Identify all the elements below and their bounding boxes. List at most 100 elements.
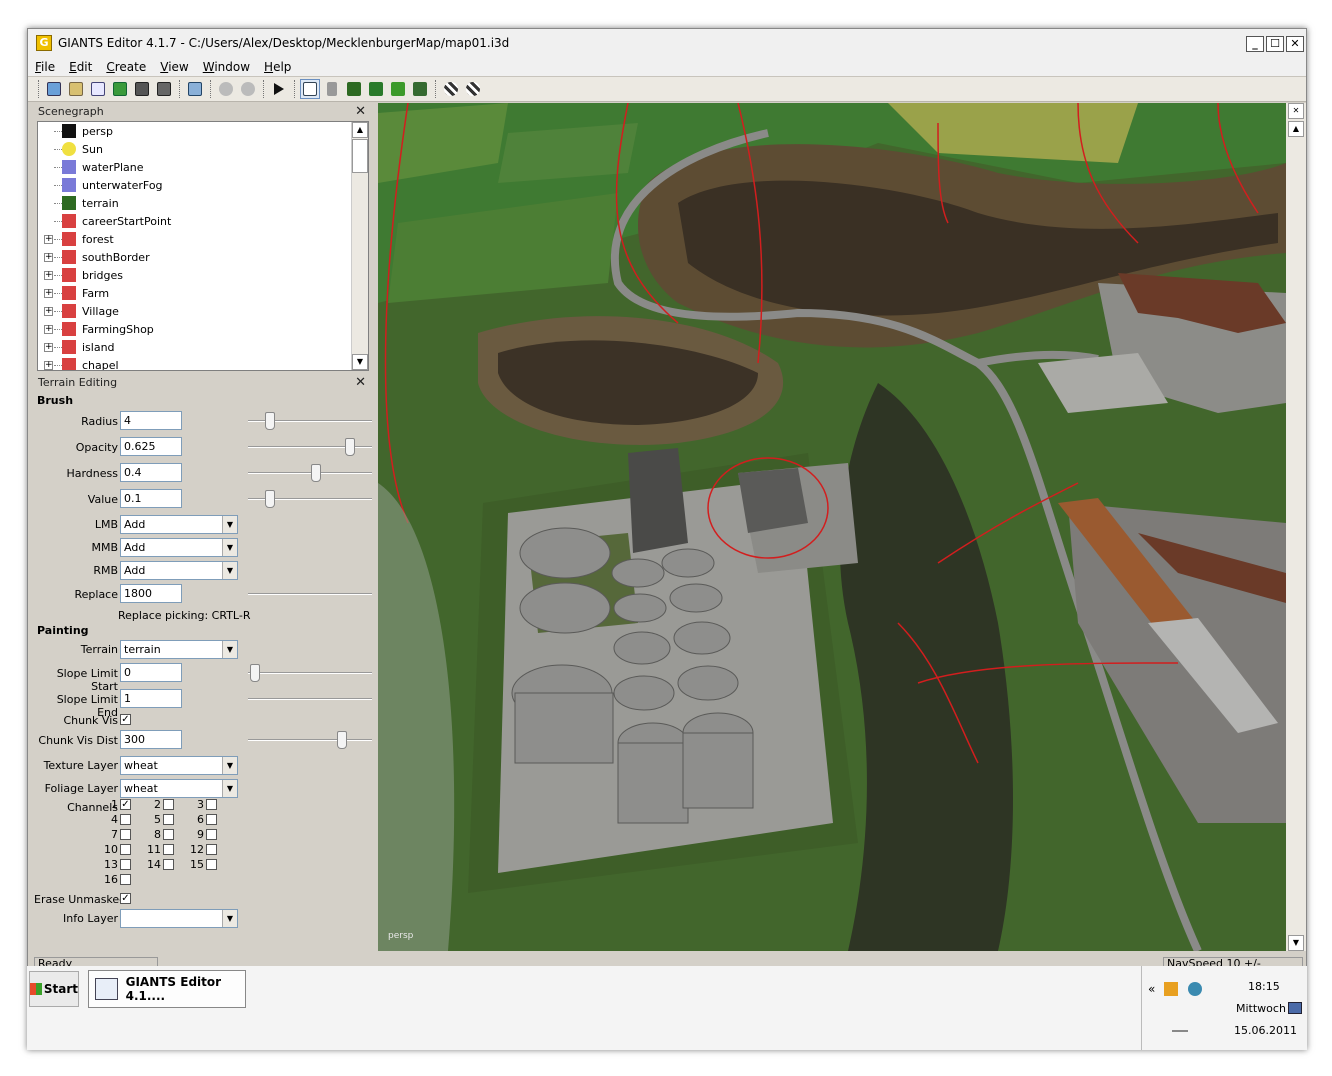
document-icon[interactable]: [88, 79, 108, 99]
expand-plus-icon[interactable]: +: [44, 234, 53, 244]
rmb-select[interactable]: Add ▼: [120, 561, 238, 580]
scroll-thumb[interactable]: [352, 139, 368, 173]
channel-checkbox[interactable]: [120, 874, 131, 885]
slope-limit-start-slider[interactable]: [248, 663, 372, 683]
tree-node-row[interactable]: + Farm: [38, 284, 368, 302]
slider-knob[interactable]: [265, 490, 275, 508]
tree-node-row[interactable]: Sun: [38, 140, 368, 158]
channel-checkbox[interactable]: [206, 814, 217, 825]
channel-checkbox[interactable]: [163, 844, 174, 855]
channel-checkbox[interactable]: ✓: [120, 799, 131, 810]
replace-input[interactable]: 1800: [120, 584, 182, 603]
channel-checkbox[interactable]: [163, 814, 174, 825]
refresh-icon[interactable]: [110, 79, 130, 99]
dropdown-arrow-icon[interactable]: ▼: [222, 539, 237, 556]
slope-limit-end-input[interactable]: 1: [120, 689, 182, 708]
export-icon[interactable]: [185, 79, 205, 99]
channel-checkbox[interactable]: [120, 844, 131, 855]
info-layer-select[interactable]: ▼: [120, 909, 238, 928]
value-input[interactable]: 0.1: [120, 489, 182, 508]
slider-knob[interactable]: [345, 438, 355, 456]
opacity-input[interactable]: 0.625: [120, 437, 182, 456]
new-file-icon[interactable]: [44, 79, 64, 99]
dropdown-arrow-icon[interactable]: ▼: [222, 641, 237, 658]
channel-checkbox[interactable]: [120, 859, 131, 870]
tree-node-row[interactable]: unterwaterFog: [38, 176, 368, 194]
scroll-down-icon[interactable]: ▼: [1288, 935, 1304, 951]
redo-icon[interactable]: [238, 79, 258, 99]
lmb-select[interactable]: Add ▼: [120, 515, 238, 534]
terrain-paint-icon[interactable]: [366, 79, 386, 99]
chunk-vis-checkbox[interactable]: ✓: [120, 714, 131, 725]
tray-monitor-icon[interactable]: [1288, 1002, 1302, 1014]
maximize-button[interactable]: ☐: [1266, 36, 1284, 52]
mmb-select[interactable]: Add ▼: [120, 538, 238, 557]
magnet-icon[interactable]: [322, 79, 342, 99]
dropdown-arrow-icon[interactable]: ▼: [222, 780, 237, 797]
dropdown-arrow-icon[interactable]: ▼: [222, 516, 237, 533]
channel-checkbox[interactable]: [163, 829, 174, 840]
channel-checkbox[interactable]: [206, 844, 217, 855]
slope-limit-end-slider[interactable]: [248, 689, 372, 709]
terrain-select[interactable]: terrain ▼: [120, 640, 238, 659]
slider-knob[interactable]: [265, 412, 275, 430]
slider-knob[interactable]: [250, 664, 260, 682]
checker-zoom-icon[interactable]: [463, 79, 483, 99]
title-bar[interactable]: G GIANTS Editor 4.1.7 - C:/Users/Alex/De…: [28, 29, 1306, 57]
foliage-paint-icon[interactable]: [388, 79, 408, 99]
chunk-vis-dist-slider[interactable]: [248, 730, 372, 750]
radius-input[interactable]: 4: [120, 411, 182, 430]
menu-file[interactable]: File: [28, 60, 62, 74]
taskbar-giants-editor[interactable]: GIANTS Editor 4.1....: [88, 970, 246, 1008]
menu-create[interactable]: Create: [99, 60, 153, 74]
chunk-vis-dist-input[interactable]: 300: [120, 730, 182, 749]
dropdown-arrow-icon[interactable]: ▼: [222, 562, 237, 579]
tree-node-row[interactable]: + Village: [38, 302, 368, 320]
slider-knob[interactable]: [311, 464, 321, 482]
scroll-up-icon[interactable]: ▲: [352, 122, 368, 138]
menu-help[interactable]: Help: [257, 60, 298, 74]
scenegraph-close-icon[interactable]: ✕: [355, 103, 366, 121]
channel-checkbox[interactable]: [206, 799, 217, 810]
dropdown-arrow-icon[interactable]: ▼: [222, 910, 237, 927]
tray-expand-icon[interactable]: «: [1148, 982, 1155, 996]
terrain-sculpt-icon[interactable]: [344, 79, 364, 99]
expand-plus-icon[interactable]: +: [44, 306, 53, 316]
open-folder-icon[interactable]: [66, 79, 86, 99]
minimize-button[interactable]: _: [1246, 36, 1264, 52]
save-icon[interactable]: [132, 79, 152, 99]
value-slider[interactable]: [248, 489, 372, 509]
tree-node-row[interactable]: + island: [38, 338, 368, 356]
channel-checkbox[interactable]: [163, 799, 174, 810]
expand-plus-icon[interactable]: +: [44, 270, 53, 280]
channel-checkbox[interactable]: [120, 814, 131, 825]
tree-node-row[interactable]: + southBorder: [38, 248, 368, 266]
home-icon[interactable]: [300, 79, 320, 99]
replace-slider[interactable]: [248, 584, 372, 604]
viewport-close-icon[interactable]: ✕: [1288, 103, 1304, 119]
tray-network-globe-icon[interactable]: [1188, 982, 1202, 996]
3d-viewport[interactable]: persp: [378, 103, 1286, 951]
tree-node-row[interactable]: careerStartPoint: [38, 212, 368, 230]
menu-edit[interactable]: Edit: [62, 60, 99, 74]
scroll-down-icon[interactable]: ▼: [352, 354, 368, 370]
expand-plus-icon[interactable]: +: [44, 360, 53, 370]
scenegraph-tree[interactable]: persp Sun waterPlane unterwaterFog terrain ca…: [37, 121, 369, 371]
save-as-icon[interactable]: [154, 79, 174, 99]
tree-node-row[interactable]: waterPlane: [38, 158, 368, 176]
expand-plus-icon[interactable]: +: [44, 252, 53, 262]
viewport-scrollbar[interactable]: ✕ ▲ ▼: [1286, 103, 1306, 951]
hardness-input[interactable]: 0.4: [120, 463, 182, 482]
checker-icon[interactable]: [441, 79, 461, 99]
channel-checkbox[interactable]: [120, 829, 131, 840]
menu-window[interactable]: Window: [196, 60, 257, 74]
expand-plus-icon[interactable]: +: [44, 324, 53, 334]
scroll-up-icon[interactable]: ▲: [1288, 121, 1304, 137]
slope-limit-start-input[interactable]: 0: [120, 663, 182, 682]
start-button[interactable]: Start: [29, 971, 79, 1007]
slider-knob[interactable]: [337, 731, 347, 749]
tray-signal-icon[interactable]: [1172, 1022, 1188, 1032]
close-button[interactable]: ✕: [1286, 36, 1304, 52]
terrain-editing-close-icon[interactable]: ✕: [355, 374, 366, 392]
foliage-layer-select[interactable]: wheat ▼: [120, 779, 238, 798]
